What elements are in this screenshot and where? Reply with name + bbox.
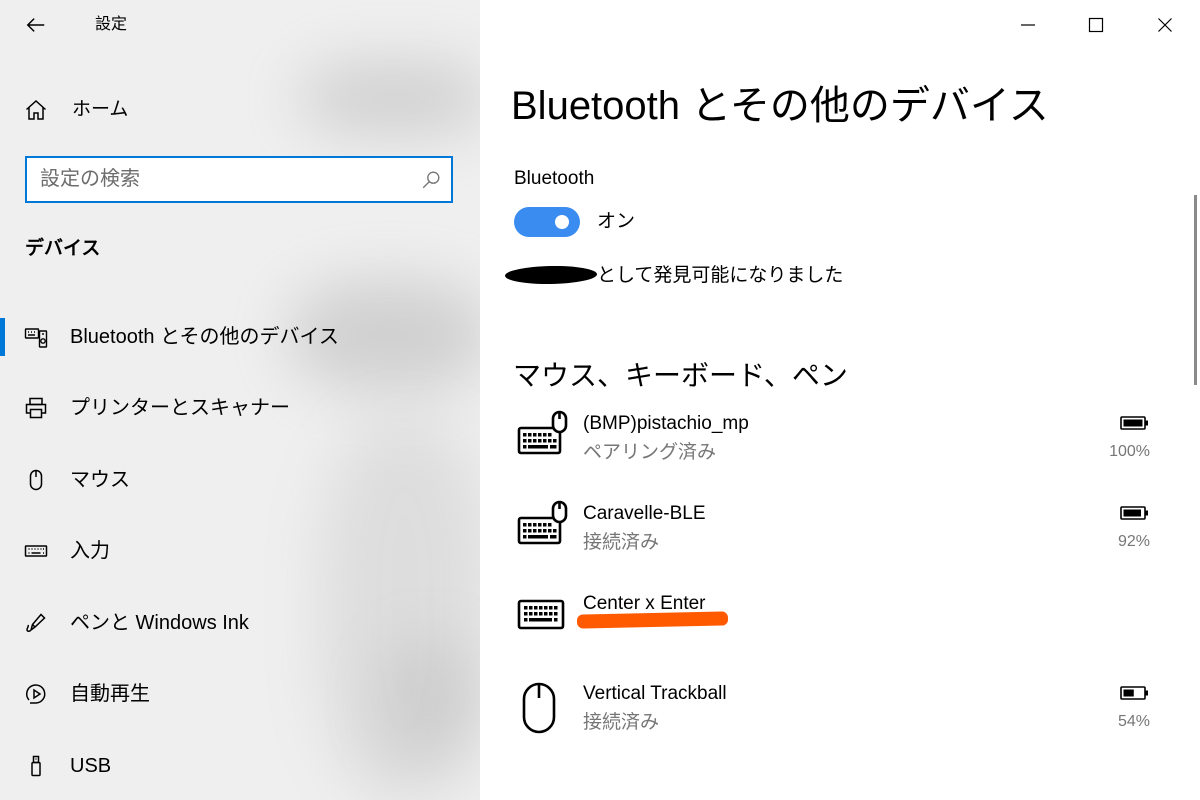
- sidebar-item-usb[interactable]: USB: [0, 736, 480, 796]
- usb-icon: [24, 754, 48, 778]
- maximize-icon: [1088, 17, 1104, 33]
- sidebar-item-autoplay[interactable]: 自動再生: [0, 664, 480, 724]
- device-status: 接続済み: [583, 712, 660, 733]
- sidebar-item-mouse[interactable]: マウス: [0, 450, 480, 510]
- battery-icon: [1120, 415, 1150, 431]
- battery-fill: [1123, 509, 1141, 517]
- device-name: (BMP)pistachio_mp: [583, 413, 749, 434]
- maximize-button[interactable]: [1073, 8, 1119, 42]
- sidebar-item-label: ペンと Windows Ink: [70, 612, 249, 634]
- sidebar-item-label: USB: [70, 755, 112, 777]
- redaction-mark: [504, 265, 598, 285]
- sidebar-item-bluetooth[interactable]: Bluetooth とその他のデバイス: [0, 307, 480, 367]
- mouse-icon: [522, 682, 556, 734]
- bluetooth-devices-icon: [24, 325, 48, 349]
- keyboard-icon: [517, 599, 567, 631]
- device-item[interactable]: Center x Enter: [480, 585, 1180, 665]
- section-heading: デバイス: [25, 238, 101, 259]
- discoverable-text: として発見可能になりました: [597, 265, 844, 286]
- device-item[interactable]: (BMP)pistachio_mp ペアリング済み 100%: [480, 405, 1180, 485]
- highlight-scribble: [576, 611, 729, 629]
- device-item[interactable]: Caravelle-BLE 接続済み 92%: [480, 495, 1180, 575]
- battery-icon: [1120, 505, 1150, 521]
- mouse-icon: [24, 468, 48, 492]
- page-title: Bluetooth とその他のデバイス: [511, 84, 1049, 128]
- selected-indicator: [0, 318, 5, 356]
- device-name: Caravelle-BLE: [583, 503, 706, 524]
- device-status: 接続済み: [583, 532, 660, 553]
- battery-fill: [1123, 419, 1143, 427]
- pen-icon: [24, 611, 48, 635]
- minimize-button[interactable]: [1005, 8, 1051, 42]
- section-title: マウス、キーボード、ペン: [513, 360, 848, 391]
- keyboard-icon: [24, 539, 48, 563]
- device-status: ペアリング済み: [583, 442, 717, 463]
- printer-icon: [24, 396, 48, 420]
- minimize-icon: [1021, 24, 1035, 26]
- sidebar-item-label: マウス: [70, 469, 130, 491]
- main-content: Bluetooth とその他のデバイス Bluetooth オン として発見可能…: [480, 0, 1200, 800]
- search-icon[interactable]: [420, 169, 442, 191]
- battery-percent: 54%: [1117, 713, 1150, 730]
- battery-icon: [1120, 685, 1150, 701]
- toggle-knob: [555, 215, 569, 229]
- back-button[interactable]: [16, 7, 56, 43]
- toggle-state-label: オン: [597, 211, 636, 232]
- device-name: Vertical Trackball: [583, 683, 727, 704]
- autoplay-icon: [24, 682, 48, 706]
- sidebar-item-input[interactable]: 入力: [0, 521, 480, 581]
- back-arrow-icon: [26, 18, 45, 32]
- home-icon: [24, 98, 48, 122]
- keyboard-mouse-icon: [517, 410, 569, 456]
- bluetooth-label: Bluetooth: [514, 168, 595, 189]
- sidebar: 設定 ホーム デバイス Bluetooth とその他のデバイス プリンターとスキ…: [0, 0, 480, 800]
- sidebar-item-label: Bluetooth とその他のデバイス: [70, 326, 339, 348]
- sidebar-item-label: 自動再生: [70, 683, 150, 705]
- search-box[interactable]: [25, 156, 453, 203]
- bluetooth-toggle[interactable]: [514, 207, 580, 237]
- search-input[interactable]: [40, 165, 410, 194]
- app-title: 設定: [95, 16, 128, 33]
- home-link[interactable]: ホーム: [0, 88, 480, 132]
- close-icon: [1158, 18, 1172, 32]
- home-label: ホーム: [72, 99, 129, 120]
- keyboard-mouse-icon: [517, 500, 569, 546]
- battery-fill: [1123, 689, 1134, 697]
- close-button[interactable]: [1142, 8, 1188, 42]
- sidebar-item-label: プリンターとスキャナー: [70, 397, 290, 419]
- battery-percent: 92%: [1117, 533, 1150, 550]
- battery-percent: 100%: [1109, 443, 1150, 460]
- scrollbar[interactable]: [1194, 195, 1197, 385]
- sidebar-item-pen[interactable]: ペンと Windows Ink: [0, 593, 480, 653]
- sidebar-item-label: 入力: [70, 540, 110, 562]
- device-item[interactable]: Vertical Trackball 接続済み 54%: [480, 675, 1180, 755]
- sidebar-item-printers[interactable]: プリンターとスキャナー: [0, 378, 480, 438]
